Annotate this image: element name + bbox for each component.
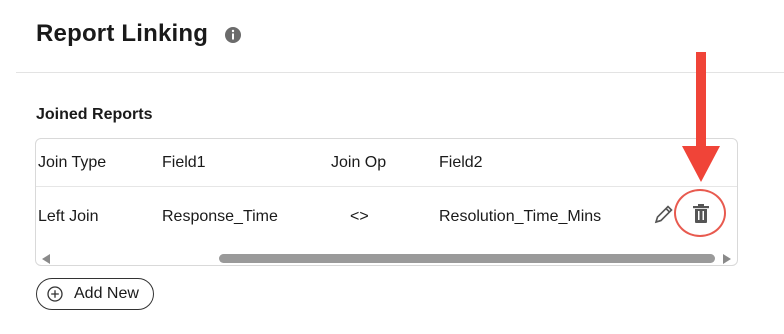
column-header-field1: Field1 bbox=[162, 154, 206, 171]
pointer-arrow-icon bbox=[682, 52, 720, 182]
column-header-join-type: Join Type bbox=[38, 154, 107, 171]
page-title: Report Linking bbox=[36, 20, 209, 47]
joined-reports-table: Join Type Field1 Join Op Field2 Left Joi… bbox=[35, 138, 738, 266]
cell-field2: Resolution_Time_Mins bbox=[439, 208, 602, 225]
cell-join-op: <> bbox=[350, 208, 369, 225]
scroll-right-icon[interactable] bbox=[723, 254, 731, 264]
delete-button[interactable] bbox=[674, 189, 726, 237]
section-label: Joined Reports bbox=[36, 106, 153, 123]
plus-circle-icon bbox=[47, 286, 63, 302]
header-separator bbox=[36, 186, 737, 187]
scroll-left-icon[interactable] bbox=[42, 254, 50, 264]
trash-icon bbox=[693, 204, 709, 223]
info-circle-icon[interactable] bbox=[224, 26, 242, 44]
column-header-join-op: Join Op bbox=[331, 154, 387, 171]
horizontal-scrollbar[interactable] bbox=[36, 251, 737, 265]
edit-icon[interactable] bbox=[653, 203, 675, 225]
column-header-field2: Field2 bbox=[439, 154, 483, 171]
add-new-button[interactable]: Add New bbox=[36, 278, 154, 310]
scroll-thumb[interactable] bbox=[219, 254, 715, 263]
header-divider bbox=[16, 72, 784, 73]
cell-join-type: Left Join bbox=[38, 208, 99, 225]
cell-field1: Response_Time bbox=[162, 208, 278, 225]
add-new-label: Add New bbox=[74, 285, 139, 302]
